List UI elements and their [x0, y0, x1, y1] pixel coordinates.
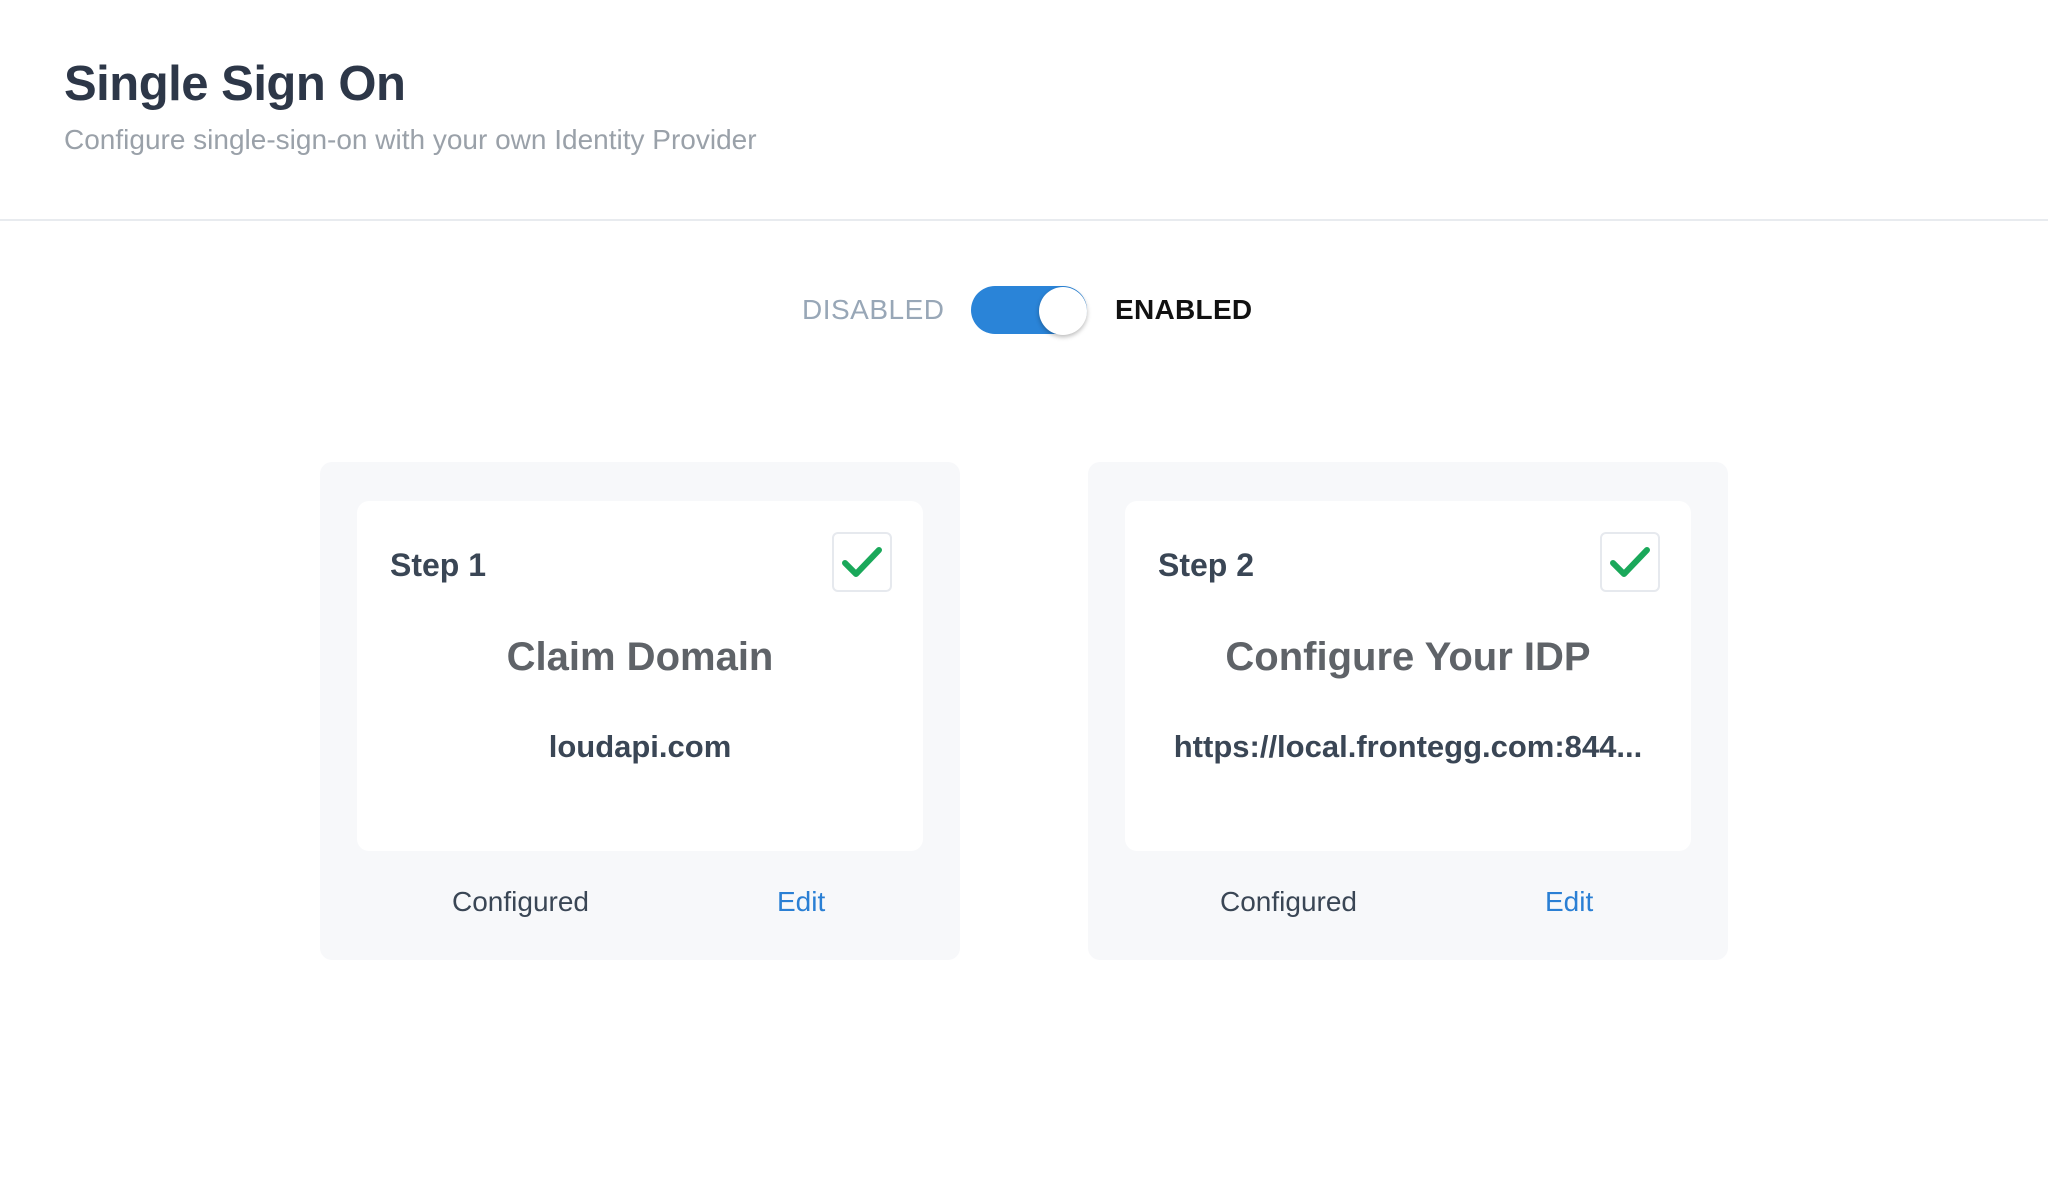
- step-number: Step 2: [1158, 547, 1255, 583]
- step-card-configure-idp: Step 2 Configure Your IDP https://local.…: [1088, 462, 1728, 960]
- step-number: Step 1: [390, 547, 487, 583]
- sso-enable-switch[interactable]: [971, 286, 1087, 335]
- step-title: Configure Your IDP: [1225, 635, 1591, 679]
- enabled-label[interactable]: ENABLED: [1115, 294, 1252, 326]
- step-status: Configured: [452, 886, 589, 917]
- checkmark-icon: [1610, 547, 1650, 577]
- step-card-body: Step 2 Configure Your IDP https://local.…: [1125, 501, 1691, 851]
- step-card-claim-domain: Step 1 Claim Domain loudapi.com Configur…: [320, 462, 960, 960]
- page-title: Single Sign On: [64, 57, 406, 111]
- sso-toggle-row: DISABLED ENABLED: [0, 286, 2048, 338]
- sso-page: Single Sign On Configure single-sign-on …: [0, 0, 2048, 1200]
- step-value: loudapi.com: [548, 729, 732, 764]
- step-title: Claim Domain: [506, 635, 774, 679]
- step-card-body: Step 1 Claim Domain loudapi.com: [357, 501, 923, 851]
- disabled-label[interactable]: DISABLED: [802, 294, 945, 326]
- switch-knob[interactable]: [1039, 287, 1087, 335]
- edit-link[interactable]: Edit: [1545, 886, 1593, 918]
- step-status: Configured: [1220, 886, 1357, 917]
- page-header: Single Sign On Configure single-sign-on …: [0, 0, 2048, 221]
- page-subtitle: Configure single-sign-on with your own I…: [64, 124, 757, 155]
- step-complete-checkbox: [832, 532, 892, 592]
- edit-link[interactable]: Edit: [777, 886, 825, 918]
- step-complete-checkbox: [1600, 532, 1660, 592]
- step-value: https://local.frontegg.com:844...: [1173, 729, 1643, 764]
- checkmark-icon: [842, 547, 882, 577]
